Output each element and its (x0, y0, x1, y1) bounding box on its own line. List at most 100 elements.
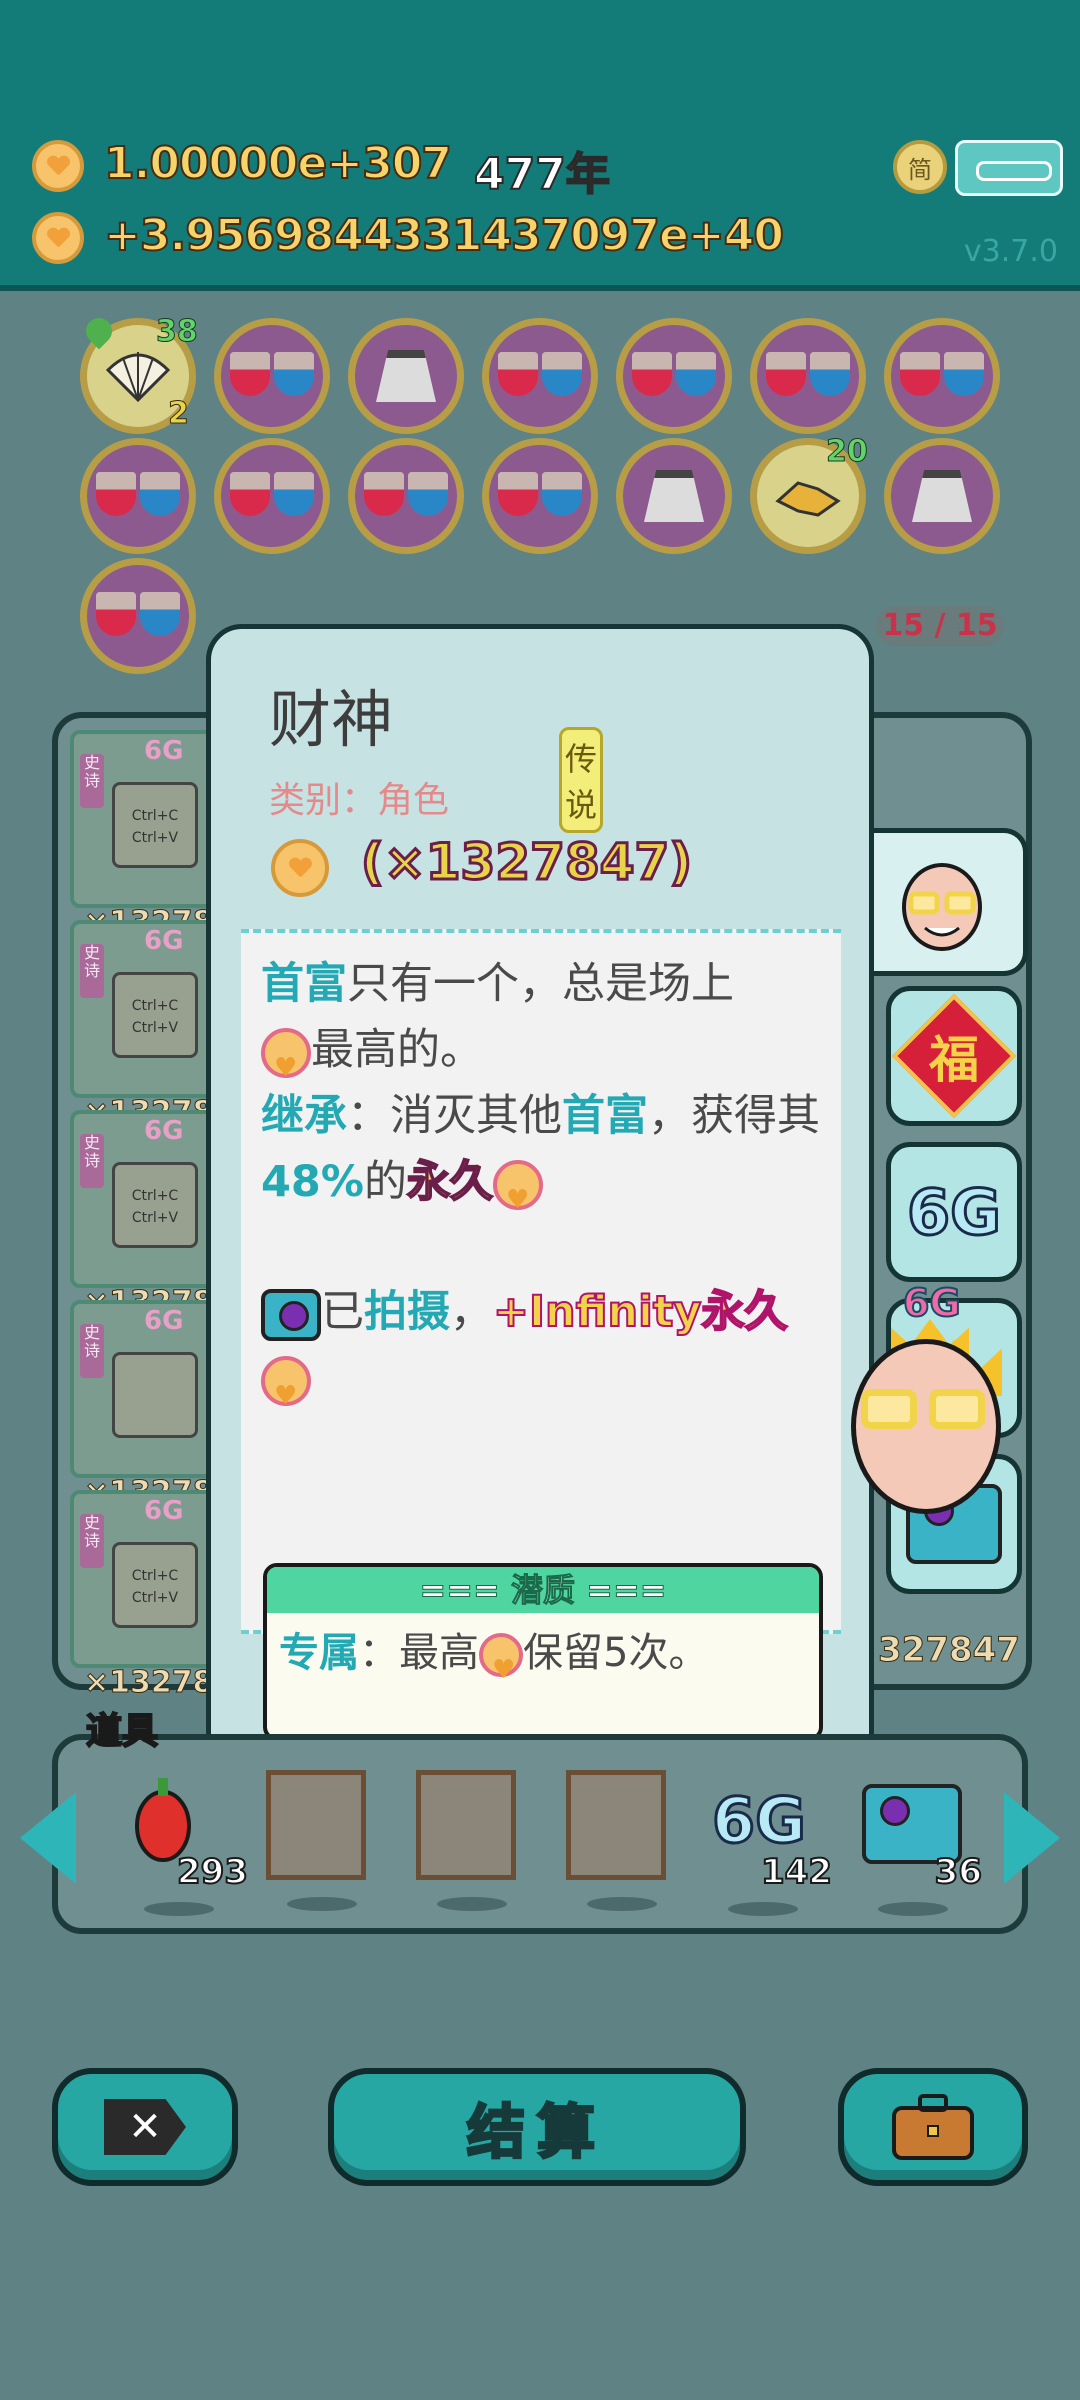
inventory-button[interactable] (838, 2068, 1028, 2186)
item-slot[interactable] (416, 1770, 516, 1911)
skirt-icon (912, 470, 972, 522)
gold-total: 1.00000e+307 (103, 137, 453, 190)
item-shadow (287, 1897, 357, 1911)
rice-bowls-icon (632, 352, 716, 400)
potential-text: 专属：最高保留5次。 (279, 1623, 709, 1700)
scroll-right-arrow[interactable] (1004, 1792, 1060, 1884)
desc-paragraph-1: 首富只有一个，总是场上 最高的。 (261, 951, 821, 1101)
card-label: 6G (144, 1306, 184, 1336)
desc-text: 已 (321, 1287, 364, 1337)
close-icon: ✕ (104, 2099, 186, 2155)
year-counter: 477年 (473, 148, 611, 201)
gold-rate-coin-icon (32, 212, 84, 264)
rice-bowl-badge[interactable] (482, 438, 598, 554)
rarity-tag: 史诗 (80, 944, 104, 998)
card-item[interactable]: 史诗 6G Ctrl+CCtrl+V ×13278 (70, 920, 218, 1131)
item-shadow (144, 1902, 214, 1916)
rice-bowl-badge[interactable] (80, 558, 196, 674)
item-camera[interactable]: 36 (862, 1770, 983, 1916)
rice-bowl-badge[interactable] (750, 318, 866, 434)
item-detail-popup: 财神 类别：角色 传说 (×1327847) 首富只有一个，总是场上 最高的。 … (206, 624, 1001, 1774)
rice-bowl-badge[interactable] (616, 318, 732, 434)
desc-text: 只有一个，总是场上 (347, 959, 734, 1009)
tab-character[interactable] (860, 828, 1028, 976)
desc-paragraph-2: 继承：消灭其他首富，获得其 48%的永久 (261, 1083, 821, 1233)
item-category: 类别：角色 (269, 780, 450, 821)
settle-button[interactable]: 结算 (328, 2068, 746, 2186)
rarity-tag: 史诗 (80, 1324, 104, 1378)
item-shadow (437, 1897, 507, 1911)
language-button[interactable]: 简 (893, 140, 947, 194)
tab-6g[interactable]: 6G (886, 1142, 1022, 1282)
item-chili[interactable]: 293 (128, 1770, 249, 1916)
desc-text: ：最高 (359, 1630, 479, 1676)
card-box: Ctrl+C Ctrl+V (112, 972, 198, 1058)
skirt-icon (644, 470, 704, 522)
version-label: v3.7.0 (963, 234, 1058, 269)
rarity-tag: 史诗 (80, 754, 104, 808)
desc-text: 保留5次。 (523, 1630, 709, 1676)
item-count: 293 (176, 1851, 249, 1893)
card-item[interactable]: 史诗 6G Ctrl+CCtrl+V ×13278 (70, 1490, 218, 1701)
item-6g[interactable]: 6G 142 (710, 1770, 833, 1916)
skirt-badge[interactable] (348, 318, 464, 434)
card-multiplier: ×13278 (84, 1665, 215, 1701)
gold-coin-icon (32, 140, 84, 192)
card-item[interactable]: 史诗 6G Ctrl+CCtrl+V ×13278 (70, 730, 218, 941)
briefcase-icon (892, 2094, 974, 2160)
close-button[interactable]: ✕ (52, 2068, 238, 2186)
potential-header: === 潜质 === (267, 1567, 819, 1613)
glasses-icon (929, 1389, 985, 1429)
desc-paragraph-3: 已拍摄，+Infinity永久 (261, 1279, 821, 1429)
badge-count: 38 (156, 314, 199, 350)
item-slot[interactable] (566, 1770, 666, 1911)
caishen-face-icon (901, 863, 982, 951)
item-name: 财神 (269, 683, 394, 756)
gold-coin-icon (261, 1355, 311, 1429)
rarity-badge: 传说 (559, 727, 603, 833)
caishen-portrait: 6G (831, 1280, 1031, 1514)
fortune-icon: 福 (891, 993, 1017, 1119)
rice-bowls-icon (766, 352, 850, 400)
item-6g-label: 6G (710, 1783, 807, 1859)
camera-icon (261, 1288, 321, 1341)
item-slot[interactable] (266, 1770, 366, 1911)
rice-bowl-badge[interactable] (482, 318, 598, 434)
skirt-badge[interactable] (616, 438, 732, 554)
keyword: 首富 (261, 959, 347, 1009)
tab-6g-label: 6G (905, 1174, 1002, 1250)
card-item[interactable]: 史诗 6G Ctrl+CCtrl+V ×13278 (70, 1110, 218, 1321)
item-count: 142 (760, 1851, 833, 1893)
card-item[interactable]: 史诗 6G ×13278 (70, 1300, 218, 1511)
item-shadow (587, 1897, 657, 1911)
key-button[interactable] (955, 140, 1063, 196)
rarity-tag: 史诗 (80, 1134, 104, 1188)
desc-text: 最高的。 (311, 1025, 483, 1075)
rice-bowl-badge[interactable] (214, 318, 330, 434)
rice-bowl-badge[interactable] (80, 438, 196, 554)
gold-coin-icon (479, 1633, 523, 1700)
rice-bowls-icon (230, 352, 314, 400)
percentage: 48% (261, 1157, 364, 1207)
crown-label: 6G (902, 1280, 962, 1326)
skirt-badge[interactable] (884, 438, 1000, 554)
rice-bowl-badge[interactable] (214, 438, 330, 554)
rice-bowls-icon (900, 352, 984, 400)
gold-rate: +3.9569844331437097e+40 (103, 209, 785, 262)
rice-bowls-icon (498, 472, 582, 520)
glasses-icon (861, 1389, 917, 1429)
gold-coin-icon (261, 1027, 311, 1101)
scroll-left-arrow[interactable] (20, 1792, 76, 1884)
card-box: Ctrl+C Ctrl+V (112, 1162, 198, 1248)
rice-bowl-badge[interactable] (884, 318, 1000, 434)
item-multiplier: (×1327847) (359, 832, 693, 893)
rice-bowl-badge[interactable] (348, 438, 464, 554)
skirt-icon (376, 350, 436, 402)
desc-text: 的 (363, 1157, 407, 1207)
gold-coin-icon (271, 839, 329, 897)
description-box: 首富只有一个，总是场上 最高的。 继承：消灭其他首富，获得其48%的永久 已拍摄… (241, 929, 841, 1741)
tab-fortune[interactable]: 福 (886, 986, 1022, 1126)
key-icon (976, 161, 1052, 181)
desc-text: ， (450, 1287, 493, 1337)
badge-count: 2 (168, 396, 190, 432)
